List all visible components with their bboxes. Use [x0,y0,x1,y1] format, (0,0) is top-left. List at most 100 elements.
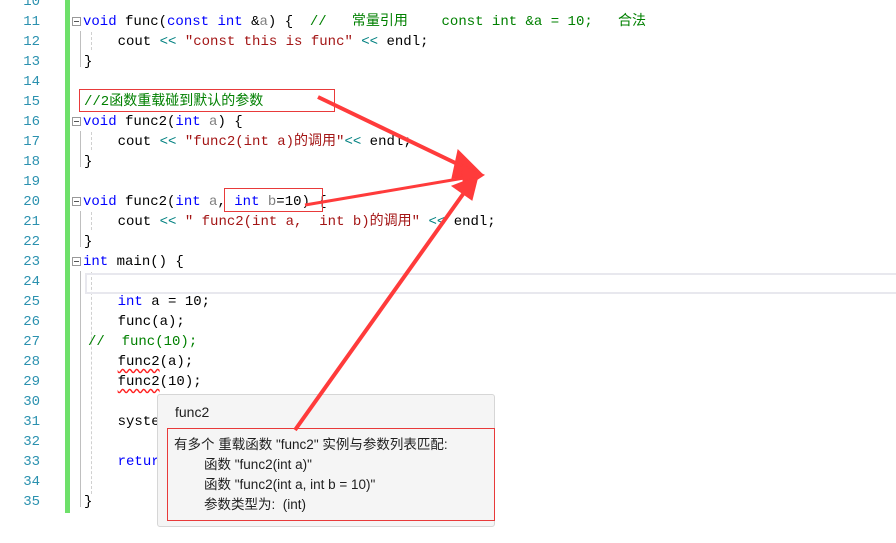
tooltip-title: func2 [175,404,210,420]
parameter: a [259,14,268,30]
code-line-13[interactable]: } [84,52,92,72]
keyword: retur [117,454,160,470]
code-text: func2( [116,194,176,210]
code-text: & [242,14,260,30]
line-number: 35 [23,494,40,510]
code-text: a = 10; [142,294,211,310]
code-text: func( [116,14,168,30]
string-literal: "func2(int a)的调用" [184,134,345,150]
string-literal: "const this is func" [184,34,353,50]
code-text: endl; [361,134,412,150]
collapse-icon[interactable] [72,256,81,266]
code-line-17[interactable]: cout << "func2(int a)的调用"<< endl; [84,132,412,152]
line-number: 29 [23,374,40,390]
code-text: main() { [108,254,184,270]
code-line-27[interactable]: // func(10); [88,332,197,352]
line-number: 16 [23,114,40,130]
line-number: 26 [23,314,40,330]
line-number: 11 [23,14,40,30]
code-line-18[interactable]: } [84,152,92,172]
code-line-23[interactable]: int main() { [72,252,184,272]
code-line-21[interactable]: cout << " func2(int a, int b)的调用" << end… [84,212,496,232]
operator: << [344,134,362,150]
line-number: 18 [23,154,40,170]
code-text: (10); [159,374,202,390]
collapse-icon[interactable] [72,16,81,26]
code-line-31[interactable]: syste [84,412,160,432]
code-text: func2( [116,114,176,130]
code-text: cout [84,214,160,230]
arrow-head [460,163,486,189]
operator: << [159,34,177,50]
code-text: endl; [378,34,429,50]
change-tracking-bar [65,0,70,513]
code-line-26[interactable]: func(a); [84,312,185,332]
current-line-highlight [85,273,896,294]
code-text: cout [84,34,160,50]
code-line-12[interactable]: cout << "const this is func" << endl; [84,32,429,52]
operator: << [361,34,379,50]
fold-region-line [80,271,81,507]
error-squiggle[interactable]: func2 [118,354,160,370]
line-number: 19 [23,174,40,190]
collapse-icon[interactable] [72,196,81,206]
line-number: 30 [23,394,40,410]
line-number: 32 [23,434,40,450]
code-line-28[interactable]: func2(a); [84,352,194,372]
arrow-line [304,175,471,207]
code-line-16[interactable]: void func2(int a) { [72,112,243,132]
line-number: 23 [23,254,40,270]
error-squiggle[interactable]: func2 [118,374,160,390]
line-number: 24 [23,274,40,290]
code-line-29[interactable]: func2(10); [84,372,202,392]
keyword: int [175,114,201,130]
code-line-35[interactable]: } [84,492,92,512]
line-number: 15 [23,94,40,110]
line-number: 20 [23,194,40,210]
annotation-box-default-param [224,188,323,212]
code-text: ) { [267,14,310,30]
line-number: 31 [23,414,40,430]
code-text: } [84,154,93,170]
line-number: 14 [23,74,40,90]
line-number: 21 [23,214,40,230]
code-line-11[interactable]: void func(const int &a) { // 常量引用 const … [72,12,646,32]
operator: << [159,214,177,230]
line-number: 34 [23,474,40,490]
code-text: (a); [159,354,194,370]
line-number: 10 [23,0,40,10]
keyword: int [175,194,201,210]
line-number: 22 [23,234,40,250]
code-line-33[interactable]: retur [84,452,160,472]
keyword: int [117,294,143,310]
line-number: 27 [23,334,40,350]
code-line-22[interactable]: } [84,232,92,252]
line-number: 12 [23,34,40,50]
comment: // 常量引用 const int &a = 10; 合法 [309,14,646,30]
fold-region-line [80,131,81,167]
line-number: 13 [23,54,40,70]
arrow-head [450,175,479,201]
code-text: syste [84,414,160,430]
operator: << [159,134,177,150]
arrow-head [451,148,485,179]
keyword: int [217,14,243,30]
line-number: 33 [23,454,40,470]
code-line-25[interactable]: int a = 10; [84,292,210,312]
fold-region-line [80,31,81,67]
annotation-box-tooltip [167,428,495,521]
code-text: func(a); [84,314,185,330]
line-number: 17 [23,134,40,150]
code-text: } [84,234,93,250]
string-literal: " func2(int a, int b)的调用" [184,214,421,230]
collapse-icon[interactable] [72,116,81,126]
fold-region-line [80,211,81,247]
code-text: ) { [217,114,243,130]
keyword: const [167,14,210,30]
